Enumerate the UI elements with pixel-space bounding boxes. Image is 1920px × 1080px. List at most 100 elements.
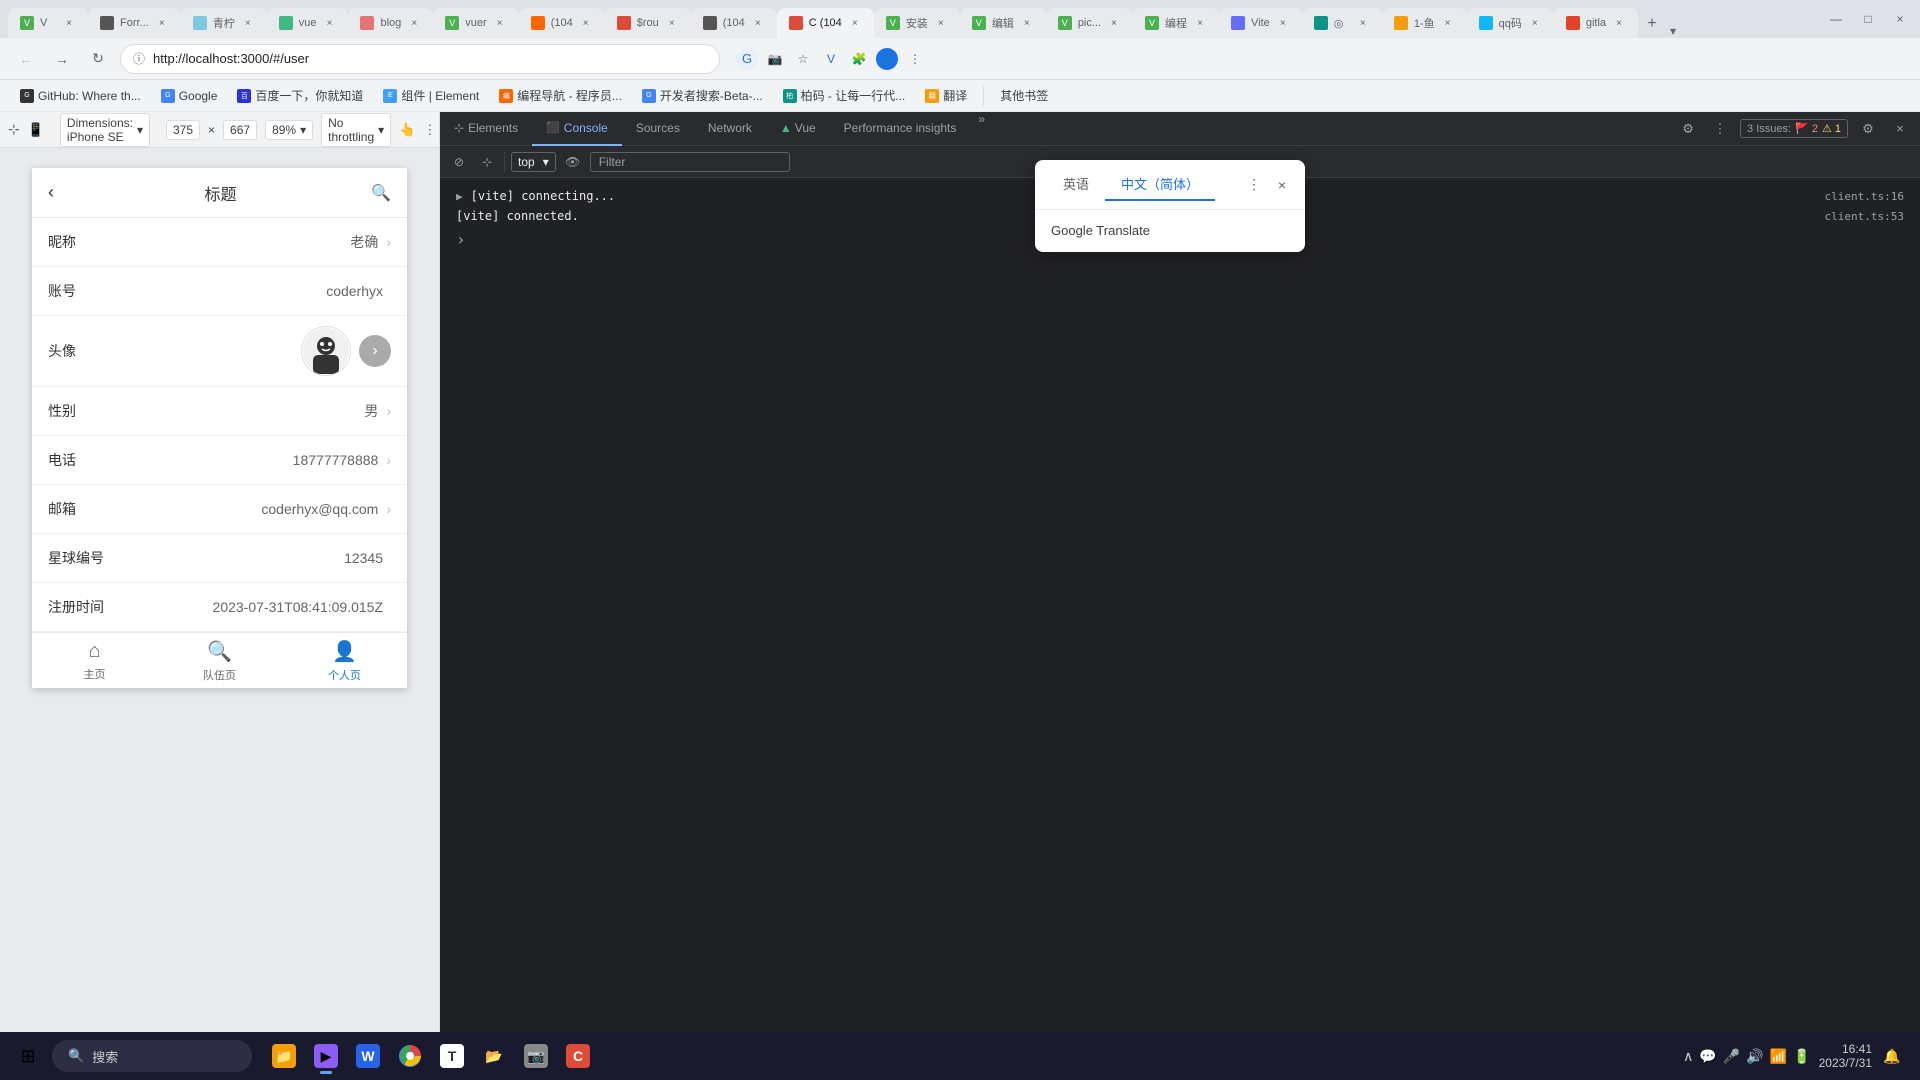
bookmark-element[interactable]: E 组件 | Element (375, 84, 487, 108)
taskbar-app-camera[interactable]: 📷 (516, 1036, 556, 1076)
tab-qingning[interactable]: 青柠 × (181, 8, 267, 38)
translate-close-icon[interactable]: × (1271, 174, 1293, 196)
tab-close-104a[interactable]: × (579, 16, 593, 30)
tab-vue[interactable]: vue × (267, 8, 349, 38)
taskbar-search-bar[interactable]: 🔍 搜索 (52, 1040, 252, 1072)
tab-qq[interactable]: qq码 × (1467, 8, 1554, 38)
bookmark-github[interactable]: G GitHub: Where th... (12, 84, 149, 108)
tab-104a[interactable]: (104 × (519, 8, 605, 38)
dimensions-selector[interactable]: Dimensions: iPhone SE ▾ (60, 113, 150, 147)
tab-close-srou[interactable]: × (665, 16, 679, 30)
chat-icon[interactable]: 💬 (1699, 1048, 1716, 1065)
minimize-button[interactable]: — (1824, 7, 1848, 31)
tab-close-104b[interactable]: × (751, 16, 765, 30)
inspect-icon[interactable]: ⊹ (8, 118, 20, 142)
bookmark-baidu[interactable]: 百 百度一下，你就知道 (229, 84, 371, 108)
console-source-2[interactable]: client.ts:53 (1825, 210, 1904, 223)
taskbar-app-chrome[interactable] (390, 1036, 430, 1076)
nav-item-home[interactable]: ⌂ 主页 (32, 634, 157, 688)
tab-close-gitlab[interactable]: × (1612, 16, 1626, 30)
taskbar-app-folder[interactable]: 📂 (474, 1036, 514, 1076)
tab-elements[interactable]: ⊹ Elements (440, 112, 532, 146)
nav-item-team[interactable]: 🔍 队伍页 (157, 633, 282, 689)
taskbar-app-media[interactable]: ▶ (306, 1036, 346, 1076)
devtools-more-icon[interactable]: ⋮ (1708, 117, 1732, 141)
profile-phone-row[interactable]: 电话 18777778888 › (32, 436, 407, 485)
tab-close-c104[interactable]: × (848, 16, 862, 30)
tab-v[interactable]: V V × (8, 8, 88, 38)
profile-avatar-row[interactable]: 头像 (32, 316, 407, 387)
taskbar-app-word[interactable]: W (348, 1036, 388, 1076)
tab-coding[interactable]: V 编程 × (1133, 8, 1219, 38)
tab-close-vite[interactable]: × (1276, 16, 1290, 30)
reload-button[interactable]: ↻ (84, 45, 112, 73)
battery-icon[interactable]: 🔋 (1793, 1048, 1810, 1065)
console-filter-btn[interactable]: ⊹ (476, 151, 498, 173)
profile-icon[interactable]: 👤 (876, 48, 898, 70)
tab-performance-insights[interactable]: Performance insights (830, 112, 971, 146)
address-bar[interactable]: ⓘ http://localhost:3000/#/user (120, 44, 720, 74)
avatar-next-button[interactable]: › (359, 335, 391, 367)
tab-fish[interactable]: 1-鱼 × (1382, 8, 1467, 38)
menu-button[interactable]: ⋮ (904, 48, 926, 70)
tab-close-blog[interactable]: × (407, 16, 421, 30)
bookmark-boma[interactable]: 柏 柏码 - 让每一行代... (775, 84, 914, 108)
bookmark-biancheng[interactable]: 编 编程导航 - 程序员... (491, 84, 630, 108)
tab-c104-active[interactable]: C (104 × (777, 8, 874, 38)
nav-item-profile[interactable]: 👤 个人页 (282, 633, 407, 689)
throttling-selector[interactable]: No throttling ▾ (321, 113, 391, 147)
forward-button[interactable]: → (48, 45, 76, 73)
taskbar-app-text[interactable]: T (432, 1036, 472, 1076)
tab-close-vuer[interactable]: × (493, 16, 507, 30)
tab-close-coding[interactable]: × (1193, 16, 1207, 30)
tray-expand-icon[interactable]: ∧ (1683, 1048, 1693, 1065)
tab-sources[interactable]: Sources (622, 112, 694, 146)
mic-icon[interactable]: 🎤 (1723, 1048, 1740, 1065)
tab-blog[interactable]: blog × (348, 8, 433, 38)
devtools-close-icon[interactable]: × (1888, 117, 1912, 141)
devtools-gear-icon[interactable]: ⚙ (1856, 117, 1880, 141)
more-options-icon[interactable]: ⋮ (423, 118, 436, 142)
console-eye-btn[interactable]: 👁 (562, 151, 584, 173)
tab-srou[interactable]: $rou × (605, 8, 691, 38)
notification-icon[interactable]: 🔔 (1880, 1044, 1904, 1068)
tab-close-qingning[interactable]: × (241, 16, 255, 30)
profile-account-row[interactable]: 账号 coderhyx (32, 267, 407, 316)
tab-install[interactable]: V 安装 × (874, 8, 960, 38)
translate-icon[interactable]: G (736, 48, 758, 70)
taskbar-app-cisdem[interactable]: C (558, 1036, 598, 1076)
tab-console[interactable]: ⬛ Console (532, 112, 622, 146)
translate-tab-chinese[interactable]: 中文（简体） (1105, 168, 1215, 201)
tab-network[interactable]: Network (694, 112, 766, 146)
phone-back-button[interactable]: ‹ (48, 182, 54, 203)
tab-edit[interactable]: V 编辑 × (960, 8, 1046, 38)
bookmark-devsearch[interactable]: G 开发者搜索-Beta-... (634, 84, 771, 108)
tab-close-reload[interactable]: × (1356, 16, 1370, 30)
profile-gender-row[interactable]: 性别 男 › (32, 387, 407, 436)
tab-more-button[interactable]: » (970, 112, 993, 146)
console-context-selector[interactable]: top ▾ (511, 152, 556, 172)
tab-close-qq[interactable]: × (1528, 16, 1542, 30)
tab-reload[interactable]: ◎ × (1302, 8, 1382, 38)
devtools-settings-icon[interactable]: ⚙ (1676, 117, 1700, 141)
bookmark-translate[interactable]: 翻 翻译 (917, 84, 975, 108)
translate-tab-english[interactable]: 英语 (1047, 168, 1105, 201)
extension-icon[interactable]: V (820, 48, 842, 70)
volume-icon[interactable]: 🔊 (1746, 1048, 1763, 1065)
height-input[interactable]: 667 (223, 120, 257, 140)
console-filter-input[interactable]: Filter (590, 152, 790, 172)
back-button[interactable]: ← (12, 45, 40, 73)
tab-close-install[interactable]: × (934, 16, 948, 30)
tab-close-fish[interactable]: × (1441, 16, 1455, 30)
profile-nickname-row[interactable]: 昵称 老确 › (32, 218, 407, 267)
translate-more-icon[interactable]: ⋮ (1243, 174, 1265, 196)
mobile-toggle-icon[interactable]: 📱 (28, 118, 44, 142)
screenshot-icon[interactable]: 📷 (764, 48, 786, 70)
tab-forr[interactable]: Forr... × (88, 8, 181, 38)
start-button[interactable]: ⊞ (8, 1036, 48, 1076)
close-button[interactable]: × (1888, 7, 1912, 31)
console-clear-btn[interactable]: ⊘ (448, 151, 470, 173)
tab-close-v[interactable]: × (62, 16, 76, 30)
tab-vite[interactable]: Vite × (1219, 8, 1302, 38)
tab-gitlab[interactable]: gitla × (1554, 8, 1638, 38)
